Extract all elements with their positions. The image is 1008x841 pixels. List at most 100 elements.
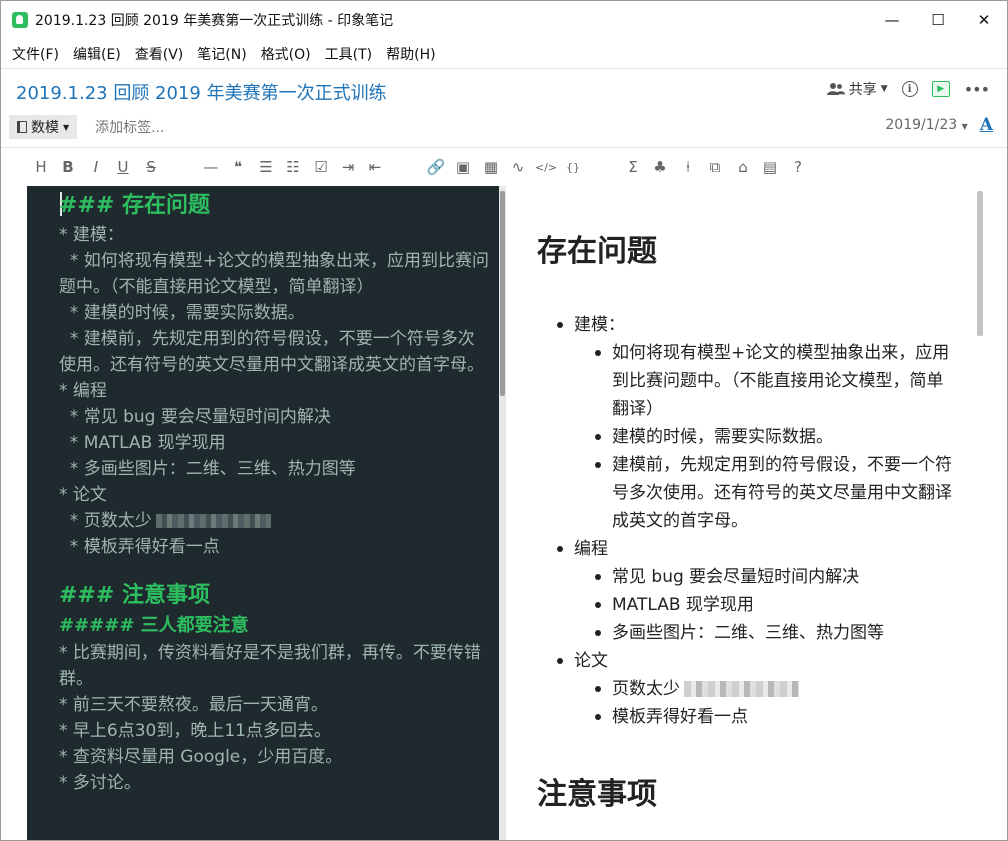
link-icon[interactable]: 🔗 — [426, 156, 446, 178]
people-icon — [826, 83, 845, 95]
md-line-text: * 模板弄得好看一点 — [59, 537, 220, 557]
md-line-text: * 建模： — [59, 225, 124, 245]
markdown-editor[interactable]: ### 存在问题 * 建模： * 如何将现有模型+论文的模型抽象出来，应用到比赛问… — [27, 186, 499, 840]
md-line: * 早上6点30到，晚上11点多回去。 — [59, 718, 489, 744]
indent-icon[interactable]: ⇥ — [338, 156, 358, 178]
preview-subitem-text: 如何将现有模型+论文的模型抽象出来，应用到比赛问题中。（不能直接用论文模型，简单… — [612, 343, 950, 419]
md-line: * 编程 — [59, 378, 489, 404]
bold-icon[interactable]: B — [58, 156, 78, 178]
notebook-selector[interactable]: 数模 ▼ — [9, 115, 78, 139]
menu-edit[interactable]: 编辑(E) — [66, 44, 128, 64]
md-line: * 页数太少 — [59, 508, 489, 534]
help-icon[interactable]: ? — [788, 156, 808, 178]
note-date-area: 2019/1/23 ▼ A — [885, 115, 993, 135]
menu-view[interactable]: 查看(V) — [128, 44, 191, 64]
menu-file[interactable]: 文件(F) — [5, 44, 66, 64]
md-line-text: * 查资料尽量用 Google，少用百度。 — [59, 747, 343, 767]
checkbox-icon[interactable]: ☑ — [311, 156, 331, 178]
markdown-preview: 存在问题 建模： 如何将现有模型+论文的模型抽象出来，应用到比赛问题中。（不能直接… — [507, 186, 976, 840]
preview-subitem-text: 多画些图片：二维、三维、热力图等 — [612, 623, 884, 643]
image-icon[interactable]: ▣ — [453, 156, 473, 178]
formula-icon[interactable]: Σ — [623, 156, 643, 178]
share-label: 共享 — [848, 82, 877, 98]
menu-tools[interactable]: 工具(T) — [318, 44, 379, 64]
preview-subitem-text: 页数太少 — [612, 679, 680, 699]
md-line-text: * MATLAB 现学现用 — [59, 433, 226, 453]
horizontal-rule-icon[interactable]: — — [201, 156, 221, 178]
chart-icon[interactable]: ∿ — [508, 156, 528, 178]
md-line-text: * 常见 bug 要会尽量短时间内解决 — [59, 407, 331, 427]
preview-sublist: 如何将现有模型+论文的模型抽象出来，应用到比赛问题中。（不能直接用论文模型，简单… — [574, 339, 957, 535]
flowchart-icon[interactable]: ♣ — [650, 156, 670, 178]
md-line-text: * 编程 — [59, 381, 107, 401]
underline-icon[interactable]: U — [113, 156, 133, 178]
close-button[interactable]: ✕ — [961, 1, 1007, 39]
code-icon[interactable]: </> — [535, 156, 557, 178]
md-line: * 论文 — [59, 482, 489, 508]
redacted-text — [155, 514, 271, 528]
share-button[interactable]: 共享 ▼ — [826, 79, 888, 99]
note-header-actions: 共享 ▼ i ▶ ••• — [826, 79, 990, 99]
minimize-button[interactable]: — — [869, 1, 915, 39]
md-line-text: * 多画些图片：二维、三维、热力图等 — [59, 459, 356, 479]
note-title[interactable]: 2019.1.23 回顾 2019 年美赛第一次正式训练 — [16, 79, 387, 105]
notebook-name: 数模 — [31, 120, 59, 136]
maximize-button[interactable]: ☐ — [915, 1, 961, 39]
md-line: * 模板弄得好看一点 — [59, 534, 489, 560]
md-line: * 建模的时候，需要实际数据。 — [59, 300, 489, 326]
sequence-icon[interactable]: ⍿ — [678, 156, 698, 178]
strikethrough-icon[interactable]: S — [141, 156, 161, 178]
preview-list-item: 建模： 如何将现有模型+论文的模型抽象出来，应用到比赛问题中。（不能直接用论文模型… — [537, 311, 957, 535]
evernote-app-icon — [12, 12, 28, 28]
editor-scrollbar-thumb[interactable] — [500, 191, 505, 396]
md-line-text: * 页数太少 — [59, 511, 152, 531]
menu-note[interactable]: 笔记(N) — [190, 44, 253, 64]
more-options-icon[interactable]: ••• — [964, 80, 990, 99]
table-icon[interactable]: ▦ — [481, 156, 501, 178]
md-line: * 如何将现有模型+论文的模型抽象出来，应用到比赛问题中。（不能直接用论文模型，… — [59, 248, 489, 300]
preview-heading-notes: 注意事项 — [537, 777, 657, 812]
presentation-icon[interactable]: ▶ — [931, 81, 950, 97]
chevron-down-icon: ▼ — [961, 122, 968, 131]
outdent-icon[interactable]: ⇤ — [365, 156, 385, 178]
theme-icon[interactable]: ⌂ — [733, 156, 753, 178]
quote-icon[interactable]: ❝ — [228, 156, 248, 178]
info-icon[interactable]: i — [901, 81, 918, 97]
preview-scrollbar-thumb[interactable] — [977, 191, 983, 336]
md-line: * 前三天不要熬夜。最后一天通宵。 — [59, 692, 489, 718]
heading-icon[interactable]: H — [31, 156, 51, 178]
preview-list-item: 编程 常见 bug 要会尽量短时间内解决 MATLAB 现学现用 多画些图片：二维、三… — [537, 535, 957, 647]
preview-item-label: 建模： — [574, 315, 625, 335]
menu-format[interactable]: 格式(O) — [254, 44, 318, 64]
notebook-icon — [17, 121, 27, 133]
menu-help[interactable]: 帮助(H) — [379, 44, 442, 64]
font-settings-button[interactable]: A — [980, 115, 993, 135]
italic-icon[interactable]: I — [86, 156, 106, 178]
md-line-text: * 论文 — [59, 485, 107, 505]
outline-icon[interactable]: ▤ — [760, 156, 780, 178]
preview-subitem-text: 建模前，先规定用到的符号假设，不要一个符号多次使用。还有符号的英文尽量用中文翻译… — [612, 455, 952, 531]
preview-sublist-item: 建模前，先规定用到的符号假设，不要一个符号多次使用。还有符号的英文尽量用中文翻译… — [574, 451, 957, 535]
mindmap-icon[interactable]: ⧉ — [705, 156, 725, 178]
code-block-icon[interactable]: {} — [563, 156, 583, 178]
note-date[interactable]: 2019/1/23 ▼ — [885, 117, 967, 133]
preview-heading-problems: 存在问题 — [537, 234, 657, 269]
bullet-list-icon[interactable]: ☰ — [256, 156, 276, 178]
chevron-down-icon: ▼ — [880, 84, 888, 94]
numbered-list-icon[interactable]: ☷ — [283, 156, 303, 178]
markdown-source: ### 存在问题 * 建模： * 如何将现有模型+论文的模型抽象出来，应用到比赛问… — [59, 190, 489, 796]
md-line: * 建模： — [59, 222, 489, 248]
md-line: * MATLAB 现学现用 — [59, 430, 489, 456]
md-line: * 多画些图片：二维、三维、热力图等 — [59, 456, 489, 482]
preview-sublist-item: MATLAB 现学现用 — [574, 591, 957, 619]
add-tag-input[interactable]: 添加标签... — [95, 117, 164, 137]
preview-subitem-text: 建模的时候，需要实际数据。 — [612, 427, 833, 447]
md-line: * 比赛期间，传资料看好是不是我们群，再传。不要传错群。 — [59, 640, 489, 692]
menu-bar: 文件(F) 编辑(E) 查看(V) 笔记(N) 格式(O) 工具(T) 帮助(H… — [1, 39, 1007, 69]
title-bar: 2019.1.23 回顾 2019 年美赛第一次正式训练 - 印象笔记 — ☐ … — [1, 1, 1007, 39]
preview-sublist: 常见 bug 要会尽量短时间内解决 MATLAB 现学现用 多画些图片：二维、三维、… — [574, 563, 957, 647]
md-line-text: * 早上6点30到，晚上11点多回去。 — [59, 721, 331, 741]
md-line: * 多讨论。 — [59, 770, 489, 796]
preview-list: 建模： 如何将现有模型+论文的模型抽象出来，应用到比赛问题中。（不能直接用论文模型… — [537, 311, 957, 731]
md-line-text: * 多讨论。 — [59, 773, 141, 793]
